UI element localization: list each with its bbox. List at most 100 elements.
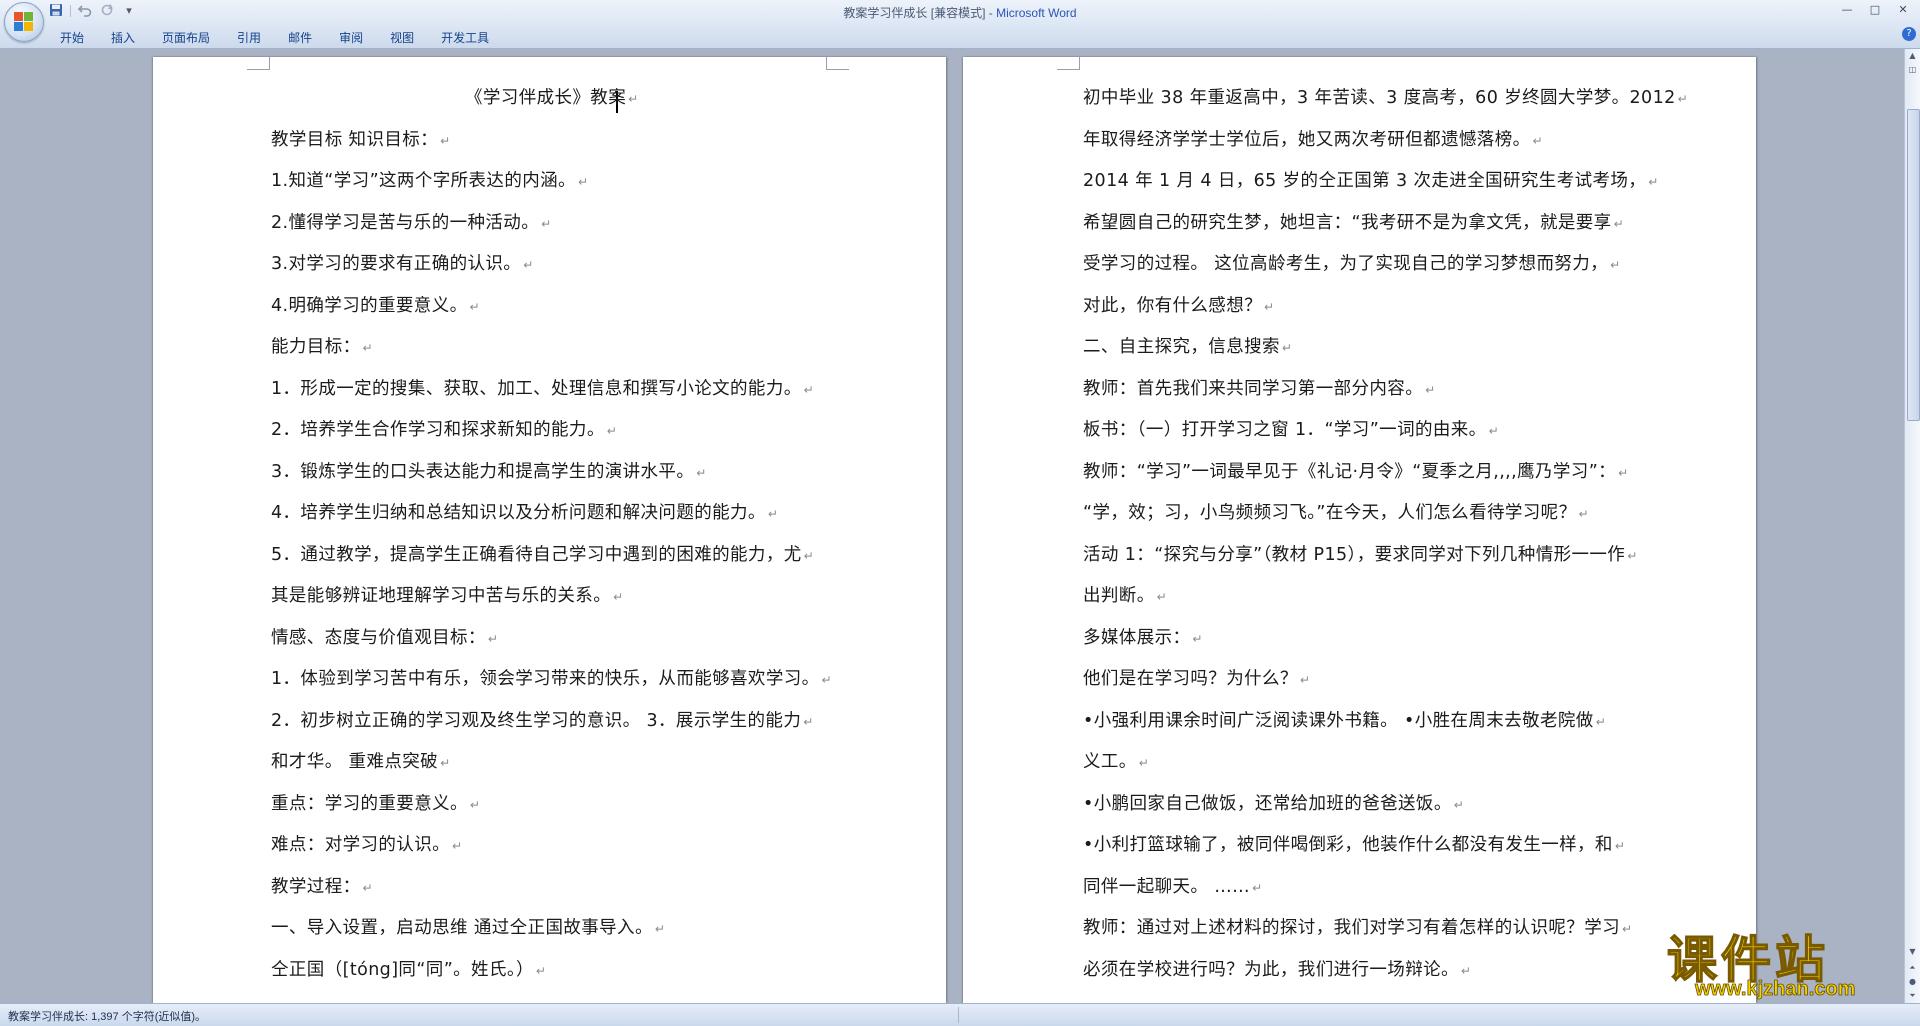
document-line: 其是能够辨证地理解学习中苦与乐的关系。 ↵ xyxy=(271,582,624,607)
line-text: 多媒体展示： xyxy=(1083,627,1191,648)
line-text: 受学习的过程。 这位高龄考生，为了实现自己的学习梦想而努力， xyxy=(1083,254,1609,274)
line-text: 初中毕业 38 年重返高中，3 年苦读、3 度高考，60 岁终圆大学梦。2012 xyxy=(1083,88,1676,108)
ribbon-tab[interactable]: 页面布局 xyxy=(149,27,223,48)
paragraph-mark-icon: ↵ xyxy=(440,756,451,770)
line-text: 能力目标： xyxy=(271,337,361,357)
help-button[interactable]: ? xyxy=(1902,27,1916,41)
line-text: •小鹏回家自己做饭，还常给加班的爸爸送饭。 xyxy=(1083,793,1452,814)
document-line: 同伴一起聊天。 …… ↵ xyxy=(1083,873,1263,898)
document-line: 教师：首先我们来共同学习第一部分内容。 ↵ xyxy=(1083,375,1436,400)
paragraph-mark-icon: ↵ xyxy=(696,465,707,480)
save-icon[interactable] xyxy=(48,3,64,19)
document-line: 年取得经济学学士学位后，她又两次考研但都遗憾落榜。 ↵ xyxy=(1083,126,1543,151)
previous-page-icon[interactable]: ⏶ xyxy=(1906,961,1919,975)
minimize-button[interactable]: — xyxy=(1834,2,1860,18)
document-line: 《学习伴成长》教案 ↵ xyxy=(465,84,639,109)
line-text: 4．培养学生归纳和总结知识以及分析问题和解决问题的能力。 xyxy=(271,503,766,523)
page-margin-marker xyxy=(1057,57,1080,70)
paragraph-mark-icon: ↵ xyxy=(606,424,618,438)
document-line: 出判断。 ↵ xyxy=(1083,582,1167,607)
paragraph-mark-icon: ↵ xyxy=(821,673,833,687)
dropdown-icon[interactable]: ▾ xyxy=(121,3,137,19)
paragraph-mark-icon: ↵ xyxy=(523,258,534,272)
title-bar: 教案学习伴成长 [兼容模式] - Microsoft Word ▾ — □ ✕ xyxy=(0,0,1920,22)
scroll-up-icon[interactable]: ▲ xyxy=(1906,49,1919,63)
page-margin-marker xyxy=(247,57,270,70)
ribbon-tab[interactable]: 审阅 xyxy=(326,27,376,48)
document-line: 1．体验到学习苦中有乐，领会学习带来的快乐，从而能够喜欢学习。 ↵ xyxy=(271,665,832,690)
document-line: 能力目标： ↵ xyxy=(271,333,373,358)
ribbon-tab[interactable]: 开始 xyxy=(50,27,97,48)
select-browse-object-icon[interactable]: ● xyxy=(1906,975,1919,989)
document-line: 他们是在学习吗？为什么？ ↵ xyxy=(1083,665,1310,690)
document-line: 5．通过教学，提高学生正确看待自己学习中遇到的困难的能力，尤 ↵ xyxy=(271,541,814,566)
paragraph-mark-icon: ↵ xyxy=(469,299,480,314)
line-text: 2．初步树立正确的学习观及终生学习的意识。 3．展示学生的能力 xyxy=(271,710,802,731)
line-text: 出判断。 xyxy=(1083,586,1155,606)
ribbon-tab[interactable]: 开发工具 xyxy=(428,27,502,48)
window-controls: — □ ✕ xyxy=(1834,2,1916,18)
document-line: 多媒体展示： ↵ xyxy=(1083,624,1203,649)
line-text: 对此，你有什么感想？ xyxy=(1083,295,1262,316)
ribbon-tabs: 开始 插入 页面布局 引用 邮件 审阅 视图 开发工具 xyxy=(0,22,1920,49)
line-text: 活动 1：“探究与分享”（教材 P15），要求同学对下列几种情形一一作 xyxy=(1083,544,1626,565)
ruler-toggle-icon[interactable]: ◫ xyxy=(1906,63,1919,77)
document-line: 1．形成一定的搜集、获取、加工、处理信息和撰写小论文的能力。 ↵ xyxy=(271,375,814,400)
paragraph-mark-icon: ↵ xyxy=(803,382,815,397)
quick-access-toolbar: ▾ xyxy=(48,3,137,19)
line-text: 一、导入设置，启动思维 通过仝正国故事导入。 xyxy=(271,918,653,938)
line-text: 仝正国（[tóng]同“同”。姓氏。） xyxy=(271,959,534,980)
line-text: 难点：对学习的认识。 xyxy=(271,835,450,855)
scrollbar-thumb[interactable] xyxy=(1907,109,1920,421)
paragraph-mark-icon: ↵ xyxy=(628,92,639,106)
redo-icon[interactable] xyxy=(99,3,115,19)
undo-icon[interactable] xyxy=(77,3,93,19)
paragraph-mark-icon: ↵ xyxy=(577,175,589,189)
vertical-scrollbar[interactable]: ▲ ◫ ▼ ⏶ ● ⏷ xyxy=(1904,49,1920,1003)
line-text: 希望圆自己的研究生梦，她坦言：“我考研不是为拿文凭，就是要享 xyxy=(1083,212,1612,233)
document-line: 二、自主探究，信息搜索 ↵ xyxy=(1083,333,1292,358)
document-line: 2．培养学生合作学习和探求新知的能力。 ↵ xyxy=(271,416,617,441)
paragraph-mark-icon: ↵ xyxy=(1677,92,1689,106)
paragraph-mark-icon: ↵ xyxy=(487,631,499,646)
line-text: 和才华。 重难点突破 xyxy=(271,752,439,772)
next-page-icon[interactable]: ⏷ xyxy=(1906,989,1919,1003)
line-text: 1．体验到学习苦中有乐，领会学习带来的快乐，从而能够喜欢学习。 xyxy=(271,669,820,689)
line-text: 教学目标 知识目标： xyxy=(271,129,439,150)
line-text: 二、自主探究，信息搜索 xyxy=(1083,337,1280,357)
word-count[interactable]: 教案学习伴成长: 1,397 个字符(近似值)。 xyxy=(8,1008,206,1024)
ribbon-tab[interactable]: 视图 xyxy=(377,27,427,48)
office-button[interactable] xyxy=(4,2,44,42)
line-text: 教师：首先我们来共同学习第一部分内容。 xyxy=(1083,378,1424,399)
document-line: 2.懂得学习是苦与乐的一种活动。 ↵ xyxy=(271,209,552,234)
paragraph-mark-icon: ↵ xyxy=(1618,465,1629,480)
line-text: 情感、态度与价值观目标： xyxy=(271,627,486,648)
paragraph-mark-icon: ↵ xyxy=(803,548,815,563)
document-line: 重点：学习的重要意义。 ↵ xyxy=(271,790,480,815)
ribbon-tab-list: 开始 插入 页面布局 引用 邮件 审阅 视图 开发工具 xyxy=(50,27,503,48)
page-left[interactable]: 《学习伴成长》教案 ↵ 教学目标 知识目标： ↵ 1.知道“学习”这两个字所表达的内涵… xyxy=(153,57,946,1003)
document-line: 必须在学校进行吗？为此，我们进行一场辩论。 ↵ xyxy=(1083,956,1471,981)
paragraph-mark-icon: ↵ xyxy=(469,797,481,812)
paragraph-mark-icon: ↵ xyxy=(1264,299,1275,314)
maximize-button[interactable]: □ xyxy=(1862,2,1888,18)
document-line: •小利打篮球输了，被同伴喝倒彩，他装作什么都没有发生一样，和 ↵ xyxy=(1083,831,1625,856)
page-right[interactable]: 初中毕业 38 年重返高中，3 年苦读、3 度高考，60 岁终圆大学梦。2012… xyxy=(963,57,1756,1003)
close-button[interactable]: ✕ xyxy=(1890,2,1916,18)
paragraph-mark-icon: ↵ xyxy=(1614,839,1626,853)
paragraph-mark-icon: ↵ xyxy=(803,714,814,729)
line-text: 年取得经济学学士学位后，她又两次考研但都遗憾落榜。 xyxy=(1083,129,1531,150)
line-text: 2.懂得学习是苦与乐的一种活动。 xyxy=(271,212,540,233)
document-line: 教学过程： ↵ xyxy=(271,873,373,898)
line-text: 《学习伴成长》教案 xyxy=(465,88,627,108)
document-line: 希望圆自己的研究生梦，她坦言：“我考研不是为拿文凭，就是要享 ↵ xyxy=(1083,209,1624,234)
paragraph-mark-icon: ↵ xyxy=(1460,963,1472,978)
paragraph-mark-icon: ↵ xyxy=(1622,922,1633,936)
document-line: 情感、态度与价值观目标： ↵ xyxy=(271,624,498,649)
ribbon-tab[interactable]: 引用 xyxy=(224,27,274,48)
ribbon-tab[interactable]: 邮件 xyxy=(275,27,325,48)
line-text: 1．形成一定的搜集、获取、加工、处理信息和撰写小论文的能力。 xyxy=(271,378,802,399)
scroll-down-icon[interactable]: ▼ xyxy=(1906,945,1919,959)
paragraph-mark-icon: ↵ xyxy=(1252,880,1263,895)
ribbon-tab[interactable]: 插入 xyxy=(98,27,148,48)
